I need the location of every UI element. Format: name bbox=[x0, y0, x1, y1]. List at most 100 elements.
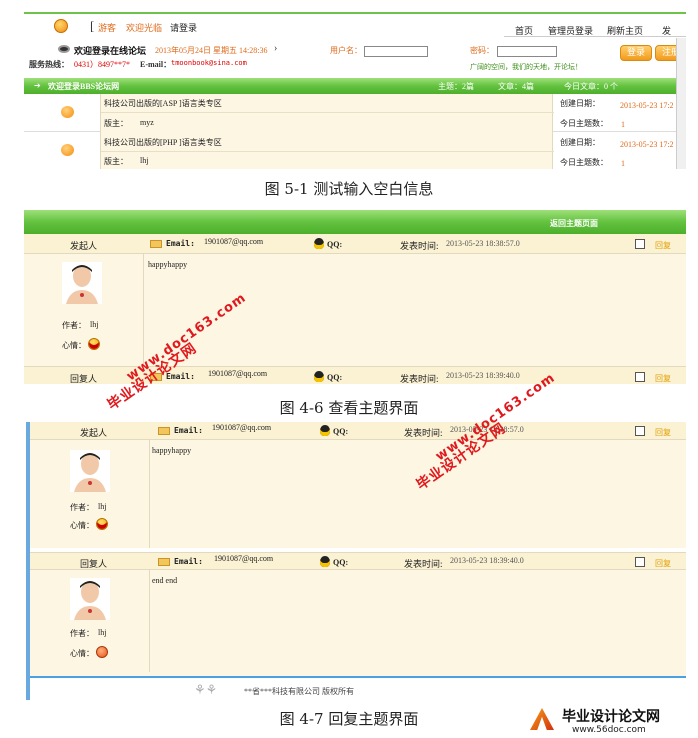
eye-icon bbox=[58, 45, 70, 53]
forum-row[interactable]: 科技公司出版的[ASP ]语言类专区 版主： myz 创建日期： 2013-05… bbox=[24, 94, 686, 132]
copyright-text: **省***科技有限公司 版权所有 bbox=[244, 687, 354, 696]
reply-header-row: 回复人 Email: 1901087@qq.com QQ: 发表时间: 2013… bbox=[30, 552, 686, 570]
logo-mark-icon bbox=[530, 708, 554, 730]
divider bbox=[101, 112, 554, 113]
login-link[interactable]: 请登录 bbox=[170, 21, 197, 34]
date-chevron: › bbox=[274, 43, 278, 54]
created-label: 创建日期： bbox=[560, 99, 600, 108]
bar-articles: 文章：4篇 bbox=[498, 82, 534, 91]
edit-icon[interactable] bbox=[635, 557, 645, 567]
welcome-text: 欢迎光临 bbox=[126, 23, 163, 33]
password-input[interactable] bbox=[497, 46, 557, 57]
post-time-label: 发表时间: bbox=[404, 428, 443, 438]
password-label: 密码： bbox=[470, 46, 494, 55]
created-date: 2013-05-23 17:2 bbox=[620, 140, 674, 149]
forum-info-cell: 科技公司出版的[ASP ]语言类专区 版主： myz bbox=[100, 94, 554, 132]
reply-content: end end bbox=[152, 576, 178, 585]
guest-link[interactable]: 游客 bbox=[98, 21, 116, 34]
email-label: E-mail： bbox=[140, 60, 172, 69]
email-label: Email: bbox=[174, 426, 203, 435]
page-footer: ⚘⚘ **省***科技有限公司 版权所有 bbox=[30, 678, 686, 700]
moderator-label: 版主： bbox=[104, 119, 128, 128]
email-label: Email: bbox=[166, 239, 195, 248]
author-name: lhj bbox=[98, 628, 107, 637]
orange-fruit-icon bbox=[61, 144, 74, 156]
replier-label: 回复人 bbox=[80, 559, 108, 569]
email-label: Email: bbox=[174, 557, 203, 566]
username-input[interactable] bbox=[364, 46, 428, 57]
smiley-logo-icon bbox=[54, 19, 68, 33]
email-value: tmoonbook@sina.com bbox=[171, 59, 247, 67]
envelope-icon bbox=[158, 427, 170, 435]
edit-icon[interactable] bbox=[635, 372, 645, 382]
post-time-label: 发表时间: bbox=[400, 241, 439, 251]
divider bbox=[101, 151, 554, 152]
post-time: 2013-05-23 18:38:57.0 bbox=[446, 239, 520, 248]
today-count: 1 bbox=[621, 120, 625, 129]
reply-time-label: 发表时间: bbox=[400, 374, 439, 384]
qq-penguin-icon bbox=[320, 556, 330, 567]
mood-face-icon bbox=[96, 518, 108, 530]
qq-label: QQ: bbox=[327, 373, 343, 382]
poster-label: 发起人 bbox=[70, 241, 98, 251]
slogan-text: 广阔的空间，我们的天地，开论坛！ bbox=[470, 63, 582, 71]
top-nav: [ 游客 欢迎光临 请登录 首页 管理员登录 刷新主页 发 bbox=[24, 14, 686, 38]
reply-time: 2013-05-23 18:39:40.0 bbox=[446, 371, 520, 380]
forum-name[interactable]: 科技公司出版的[ASP ]语言类专区 bbox=[104, 98, 222, 109]
poster-email: 1901087@qq.com bbox=[212, 423, 272, 432]
avatar bbox=[70, 450, 110, 492]
poster-email: 1901087@qq.com bbox=[204, 237, 264, 246]
reply-button[interactable]: 回复 bbox=[655, 373, 671, 384]
reply-button[interactable]: 回复 bbox=[655, 427, 671, 438]
avatar bbox=[62, 262, 102, 304]
corner-logo: 毕业设计论文网 www.56doc.com bbox=[526, 704, 696, 738]
moderator-name: lhj bbox=[140, 156, 149, 165]
moderator-label: 版主： bbox=[104, 157, 128, 166]
author-name: lhj bbox=[98, 502, 107, 511]
author-label: 作者： bbox=[70, 503, 94, 512]
created-date: 2013-05-23 17:2 bbox=[620, 101, 674, 110]
qq-label: QQ: bbox=[333, 558, 349, 567]
forum-row[interactable]: 科技公司出版的[PHP ]语言类专区 版主： lhj 创建日期： 2013-05… bbox=[24, 132, 686, 169]
arrow-right-icon: ➔ bbox=[34, 81, 41, 90]
bar-title: 欢迎登录BBS论坛网 bbox=[48, 82, 120, 91]
reply-button[interactable]: 回复 bbox=[655, 558, 671, 569]
login-button[interactable]: 登录 bbox=[620, 45, 652, 61]
welcome-title: 欢迎登录在线论坛 bbox=[74, 46, 147, 56]
edit-icon[interactable] bbox=[635, 426, 645, 436]
qq-penguin-icon bbox=[314, 371, 324, 382]
mood-label: 心情： bbox=[62, 341, 86, 350]
scrollbar[interactable] bbox=[676, 38, 686, 169]
screenshot-forum-home: [ 游客 欢迎光临 请登录 首页 管理员登录 刷新主页 发 欢迎登录在线论坛 2… bbox=[24, 12, 686, 169]
forum-info-cell: 科技公司出版的[PHP ]语言类专区 版主： lhj bbox=[100, 132, 554, 169]
qq-penguin-icon bbox=[314, 238, 324, 249]
screenshot-view-topic: 返回主题页面 发起人 Email: 1901087@qq.com QQ: 发表时… bbox=[24, 210, 686, 384]
edit-icon[interactable] bbox=[635, 239, 645, 249]
author-label: 作者： bbox=[62, 321, 86, 330]
poster-label: 发起人 bbox=[80, 428, 108, 438]
post-header-row: 发起人 Email: 1901087@qq.com QQ: 发表时间: 2013… bbox=[30, 422, 686, 440]
poster-info: 作者： lhj 心情： bbox=[30, 440, 150, 548]
reply-time: 2013-05-23 18:39:40.0 bbox=[450, 556, 524, 565]
author-label: 作者： bbox=[70, 629, 94, 638]
forum-name[interactable]: 科技公司出版的[PHP ]语言类专区 bbox=[104, 137, 222, 148]
bar-today: 今日文章：0 个 bbox=[564, 82, 618, 91]
qq-label: QQ: bbox=[327, 240, 343, 249]
replier-label: 回复人 bbox=[70, 374, 98, 384]
corner-url: www.56doc.com bbox=[572, 725, 646, 735]
author-name: lhj bbox=[90, 320, 99, 329]
post-content: happyhappy bbox=[148, 260, 188, 269]
post-content: happyhappy bbox=[152, 446, 192, 455]
figure-caption-5-1: 图 5-1 测试输入空白信息 bbox=[264, 180, 434, 198]
forum-header-bar: ➔ 欢迎登录BBS论坛网 主题：2篇 文章：4篇 今日文章：0 个 bbox=[24, 78, 686, 94]
envelope-icon bbox=[158, 558, 170, 566]
avatar bbox=[70, 578, 110, 620]
qq-penguin-icon bbox=[320, 425, 330, 436]
reply-header-row: 回复人 Email: 1901087@qq.com QQ: 发表时间: 2013… bbox=[24, 366, 686, 384]
topic-header-bar: 返回主题页面 bbox=[24, 210, 686, 234]
qq-label: QQ: bbox=[333, 427, 349, 436]
reply-email: 1901087@qq.com bbox=[208, 369, 268, 378]
back-to-topics-link[interactable]: 返回主题页面 bbox=[550, 218, 598, 229]
post-header-row: 发起人 Email: 1901087@qq.com QQ: 发表时间: 2013… bbox=[24, 234, 686, 254]
reply-button[interactable]: 回复 bbox=[655, 240, 671, 251]
